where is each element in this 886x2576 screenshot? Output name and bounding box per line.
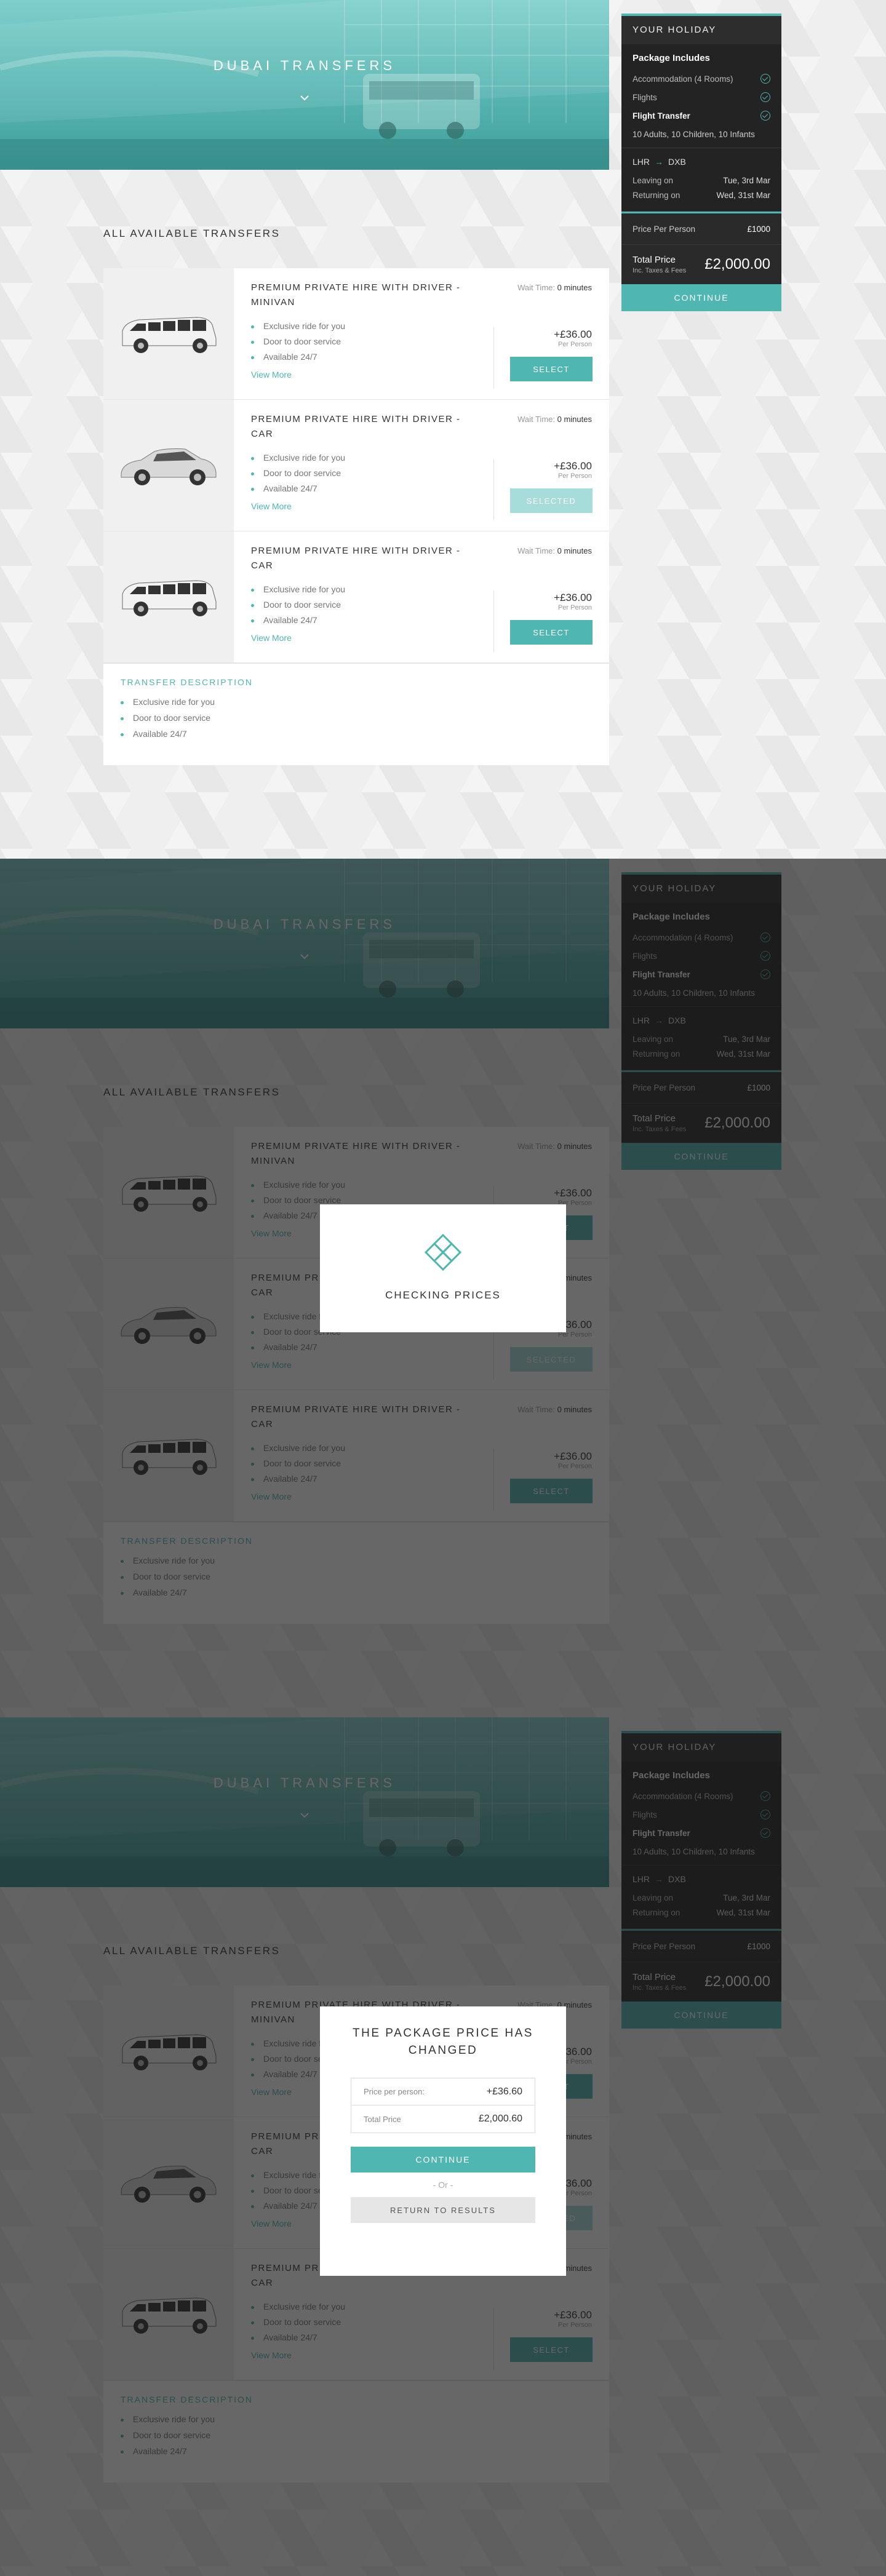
passenger-summary: 10 Adults, 10 Children, 10 Infants (633, 130, 755, 139)
leaving-label: Leaving on (633, 175, 674, 185)
screen-frame: DUBAI TRANSFERS ALL AVAILABLE TRANSFERS … (0, 0, 886, 859)
returning-row: Returning on Wed, 31st Mar (633, 188, 770, 202)
per-person-label: Per Person (557, 341, 592, 348)
chevron-down-icon[interactable] (299, 92, 310, 103)
total-price-row: Total Price Inc. Taxes & Fees £2,000.00 (621, 244, 781, 284)
leaving-date: Tue, 3rd Mar (723, 175, 770, 185)
car-icon (121, 448, 217, 485)
diamond-loader-icon (424, 1233, 462, 1271)
minivan-icon (122, 579, 217, 616)
section-title: ALL AVAILABLE TRANSFERS (103, 228, 281, 239)
per-person-label: Per Person (557, 472, 592, 480)
price-row-value: £2,000.60 (478, 2113, 522, 2124)
include-label: Flight Transfer (633, 111, 690, 121)
total-sub: Inc. Taxes & Fees (633, 267, 687, 274)
transfer-card: PREMIUM PRIVATE HIRE WITH DRIVER - CAR E… (103, 400, 609, 531)
vehicle-image (103, 400, 234, 531)
price-changed-modal: THE PACKAGE PRICE HAS CHANGED Price per p… (320, 2006, 566, 2276)
view-more-link[interactable]: View More (251, 633, 292, 643)
price-row: Price per person: +£36.60 (351, 2078, 535, 2105)
package-includes: Package Includes Accommodation (4 Rooms)… (621, 44, 781, 148)
ppp-value: £1000 (747, 224, 770, 234)
transfer-description: TRANSFER DESCRIPTION Exclusive ride for … (103, 663, 609, 765)
transfer-name: PREMIUM PRIVATE HIRE WITH DRIVER - CAR (251, 546, 461, 571)
include-item: Flights (633, 88, 770, 106)
price-row-value: +£36.60 (486, 2086, 522, 2097)
price-row-label: Price per person: (364, 2087, 425, 2096)
description-item: Door to door service (121, 713, 592, 729)
select-button[interactable]: SELECT (510, 357, 593, 381)
holiday-summary-sidebar: YOUR HOLIDAY Package Includes Accommodat… (621, 14, 781, 311)
view-more-link[interactable]: View More (251, 370, 292, 380)
returning-label: Returning on (633, 190, 680, 200)
include-item: Flight Transfer (633, 106, 770, 125)
select-button[interactable]: SELECT (510, 620, 593, 645)
vehicle-image (103, 268, 234, 399)
check-icon (760, 111, 770, 121)
price-table: Price per person: +£36.60 Total Price £2,00… (351, 2078, 535, 2133)
flight-dates: LHR → DXB Leaving on Tue, 3rd Mar Returnin… (621, 148, 781, 212)
price-row: Total Price £2,000.60 (351, 2105, 535, 2133)
wait-time: Wait Time: 0 minutes (517, 415, 592, 424)
return-to-results-button[interactable]: RETURN TO RESULTS (351, 2197, 535, 2223)
wait-time: Wait Time: 0 minutes (517, 546, 592, 555)
transfer-name: PREMIUM PRIVATE HIRE WITH DRIVER - CAR (251, 414, 461, 439)
transfer-card: PREMIUM PRIVATE HIRE WITH DRIVER - CAR E… (103, 531, 609, 663)
check-icon (760, 92, 770, 102)
transfer-card: PREMIUM PRIVATE HIRE WITH DRIVER - MINIV… (103, 268, 609, 400)
hero-banner: DUBAI TRANSFERS (0, 0, 609, 170)
price-per-person-row: Price Per Person £1000 (621, 212, 781, 244)
total-value: £2,000.00 (704, 256, 770, 272)
or-label: Or (438, 2180, 448, 2190)
checking-message: CHECKING PRICES (385, 1289, 501, 1301)
description-item: Available 24/7 (121, 729, 592, 745)
wait-time: Wait Time: 0 minutes (517, 283, 592, 292)
modal-title: THE PACKAGE PRICE HAS CHANGED (353, 2027, 533, 2057)
price-box: +£36.00 Per Person SELECT (493, 590, 593, 652)
include-item: Accommodation (4 Rooms) (633, 70, 770, 88)
description-title: TRANSFER DESCRIPTION (121, 677, 253, 687)
transfer-price: +£36.00 (554, 460, 592, 472)
includes-title: Package Includes (633, 53, 710, 63)
leaving-row: Leaving on Tue, 3rd Mar (633, 173, 770, 188)
or-divider: - Or - (433, 2180, 453, 2190)
screen-frame: DUBAI TRANSFERS ALL AVAILABLE TRANSFERS … (0, 1717, 886, 2576)
page-title: DUBAI TRANSFERS (213, 58, 396, 73)
transfer-price: +£36.00 (554, 592, 592, 603)
total-label: Total Price (633, 255, 676, 265)
price-box: +£36.00 Per Person SELECTED (493, 459, 593, 520)
returning-date: Wed, 31st Mar (716, 190, 770, 200)
per-person-label: Per Person (557, 604, 592, 611)
route: LHR → DXB (633, 157, 770, 167)
airport-hero-image (0, 0, 609, 170)
arrow-right-icon: → (655, 157, 664, 167)
ppp-label: Price Per Person (633, 224, 696, 234)
description-item: Exclusive ride for you (121, 697, 592, 713)
modal-continue-button[interactable]: CONTINUE (351, 2147, 535, 2173)
vehicle-image (103, 531, 234, 662)
route-from: LHR (633, 157, 650, 167)
sidebar-continue-button[interactable]: CONTINUE (621, 284, 781, 311)
description-list: Exclusive ride for youDoor to door servi… (121, 697, 592, 745)
checking-prices-modal: CHECKING PRICES (320, 1204, 566, 1332)
transfer-name: PREMIUM PRIVATE HIRE WITH DRIVER - MINIV… (251, 282, 461, 308)
route-to: DXB (668, 157, 686, 167)
include-label: Flights (633, 92, 657, 102)
screen-frame: DUBAI TRANSFERS ALL AVAILABLE TRANSFERS … (0, 859, 886, 1717)
include-label: Accommodation (4 Rooms) (633, 74, 733, 84)
transfer-price: +£36.00 (554, 328, 592, 340)
minivan-icon (122, 316, 217, 353)
select-button[interactable]: SELECTED (510, 488, 593, 513)
view-more-link[interactable]: View More (251, 501, 292, 511)
price-row-label: Total Price (364, 2114, 401, 2124)
transfer-list: PREMIUM PRIVATE HIRE WITH DRIVER - MINIV… (103, 268, 609, 765)
check-icon (760, 74, 770, 84)
price-box: +£36.00 Per Person SELECT (493, 327, 593, 389)
sidebar-heading: YOUR HOLIDAY (621, 16, 781, 44)
